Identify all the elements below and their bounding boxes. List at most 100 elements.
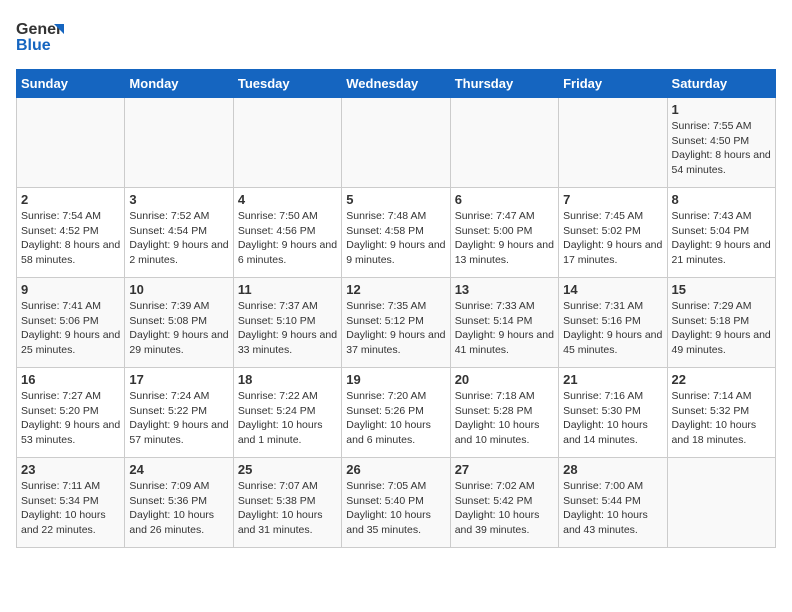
calendar-cell: 25 Sunrise: 7:07 AM Sunset: 5:38 PM Dayli… <box>233 458 341 548</box>
header-day-friday: Friday <box>559 70 667 98</box>
day-info: Sunrise: 7:35 AM Sunset: 5:12 PM Dayligh… <box>346 299 445 358</box>
day-number: 8 <box>672 192 771 207</box>
week-row-1: 2 Sunrise: 7:54 AM Sunset: 4:52 PM Daylig… <box>17 188 776 278</box>
logo: General Blue <box>16 16 64 61</box>
day-info: Sunrise: 7:41 AM Sunset: 5:06 PM Dayligh… <box>21 299 120 358</box>
day-number: 20 <box>455 372 554 387</box>
day-info: Sunrise: 7:50 AM Sunset: 4:56 PM Dayligh… <box>238 209 337 268</box>
calendar-cell: 22 Sunrise: 7:14 AM Sunset: 5:32 PM Dayli… <box>667 368 775 458</box>
day-number: 3 <box>129 192 228 207</box>
header-day-tuesday: Tuesday <box>233 70 341 98</box>
calendar-cell <box>450 98 558 188</box>
svg-text:Blue: Blue <box>16 37 51 54</box>
day-number: 25 <box>238 462 337 477</box>
calendar-cell: 26Sunrise: 7:05 AM Sunset: 5:40 PM Dayli… <box>342 458 450 548</box>
day-info: Sunrise: 7:05 AM Sunset: 5:40 PM Dayligh… <box>346 479 445 538</box>
day-info: Sunrise: 7:52 AM Sunset: 4:54 PM Dayligh… <box>129 209 228 268</box>
header-row: SundayMondayTuesdayWednesdayThursdayFrid… <box>17 70 776 98</box>
day-number: 24 <box>129 462 228 477</box>
week-row-4: 23 Sunrise: 7:11 AM Sunset: 5:34 PM Dayli… <box>17 458 776 548</box>
logo-icon: General Blue <box>16 16 64 61</box>
day-info: Sunrise: 7:39 AM Sunset: 5:08 PM Dayligh… <box>129 299 228 358</box>
calendar-cell: 27 Sunrise: 7:02 AM Sunset: 5:42 PM Dayli… <box>450 458 558 548</box>
calendar-cell: 28 Sunrise: 7:00 AM Sunset: 5:44 PM Dayli… <box>559 458 667 548</box>
day-info: Sunrise: 7:43 AM Sunset: 5:04 PM Dayligh… <box>672 209 771 268</box>
day-number: 13 <box>455 282 554 297</box>
day-info: Sunrise: 7:47 AM Sunset: 5:00 PM Dayligh… <box>455 209 554 268</box>
day-info: Sunrise: 7:37 AM Sunset: 5:10 PM Dayligh… <box>238 299 337 358</box>
calendar-cell: 23 Sunrise: 7:11 AM Sunset: 5:34 PM Dayli… <box>17 458 125 548</box>
calendar-cell: 21 Sunrise: 7:16 AM Sunset: 5:30 PM Dayli… <box>559 368 667 458</box>
day-info: Sunrise: 7:16 AM Sunset: 5:30 PM Dayligh… <box>563 389 662 448</box>
calendar-cell: 2 Sunrise: 7:54 AM Sunset: 4:52 PM Daylig… <box>17 188 125 278</box>
day-number: 19 <box>346 372 445 387</box>
day-info: Sunrise: 7:24 AM Sunset: 5:22 PM Dayligh… <box>129 389 228 448</box>
day-number: 4 <box>238 192 337 207</box>
day-info: Sunrise: 7:22 AM Sunset: 5:24 PM Dayligh… <box>238 389 337 448</box>
header-day-sunday: Sunday <box>17 70 125 98</box>
header-day-wednesday: Wednesday <box>342 70 450 98</box>
week-row-2: 9Sunrise: 7:41 AM Sunset: 5:06 PM Daylig… <box>17 278 776 368</box>
day-number: 23 <box>21 462 120 477</box>
day-info: Sunrise: 7:00 AM Sunset: 5:44 PM Dayligh… <box>563 479 662 538</box>
day-number: 12 <box>346 282 445 297</box>
calendar-cell: 16 Sunrise: 7:27 AM Sunset: 5:20 PM Dayli… <box>17 368 125 458</box>
calendar-cell: 24 Sunrise: 7:09 AM Sunset: 5:36 PM Dayli… <box>125 458 233 548</box>
calendar-table: SundayMondayTuesdayWednesdayThursdayFrid… <box>16 69 776 548</box>
day-info: Sunrise: 7:54 AM Sunset: 4:52 PM Dayligh… <box>21 209 120 268</box>
day-number: 10 <box>129 282 228 297</box>
day-info: Sunrise: 7:33 AM Sunset: 5:14 PM Dayligh… <box>455 299 554 358</box>
day-number: 15 <box>672 282 771 297</box>
calendar-cell: 9Sunrise: 7:41 AM Sunset: 5:06 PM Daylig… <box>17 278 125 368</box>
calendar-cell: 8 Sunrise: 7:43 AM Sunset: 5:04 PM Daylig… <box>667 188 775 278</box>
week-row-0: 1 Sunrise: 7:55 AM Sunset: 4:50 PM Daylig… <box>17 98 776 188</box>
calendar-cell: 6 Sunrise: 7:47 AM Sunset: 5:00 PM Daylig… <box>450 188 558 278</box>
day-info: Sunrise: 7:48 AM Sunset: 4:58 PM Dayligh… <box>346 209 445 268</box>
day-info: Sunrise: 7:18 AM Sunset: 5:28 PM Dayligh… <box>455 389 554 448</box>
day-number: 21 <box>563 372 662 387</box>
day-number: 22 <box>672 372 771 387</box>
day-number: 18 <box>238 372 337 387</box>
day-info: Sunrise: 7:02 AM Sunset: 5:42 PM Dayligh… <box>455 479 554 538</box>
calendar-cell <box>342 98 450 188</box>
svg-text:General: General <box>16 21 64 38</box>
calendar-cell: 13 Sunrise: 7:33 AM Sunset: 5:14 PM Dayli… <box>450 278 558 368</box>
calendar-cell <box>233 98 341 188</box>
header-day-monday: Monday <box>125 70 233 98</box>
calendar-cell: 5 Sunrise: 7:48 AM Sunset: 4:58 PM Daylig… <box>342 188 450 278</box>
day-info: Sunrise: 7:11 AM Sunset: 5:34 PM Dayligh… <box>21 479 120 538</box>
day-number: 1 <box>672 102 771 117</box>
day-info: Sunrise: 7:09 AM Sunset: 5:36 PM Dayligh… <box>129 479 228 538</box>
day-number: 28 <box>563 462 662 477</box>
day-info: Sunrise: 7:27 AM Sunset: 5:20 PM Dayligh… <box>21 389 120 448</box>
day-info: Sunrise: 7:20 AM Sunset: 5:26 PM Dayligh… <box>346 389 445 448</box>
day-number: 27 <box>455 462 554 477</box>
header-day-thursday: Thursday <box>450 70 558 98</box>
calendar-cell: 19 Sunrise: 7:20 AM Sunset: 5:26 PM Dayli… <box>342 368 450 458</box>
calendar-cell: 14 Sunrise: 7:31 AM Sunset: 5:16 PM Dayli… <box>559 278 667 368</box>
day-info: Sunrise: 7:14 AM Sunset: 5:32 PM Dayligh… <box>672 389 771 448</box>
day-info: Sunrise: 7:55 AM Sunset: 4:50 PM Dayligh… <box>672 119 771 178</box>
day-number: 2 <box>21 192 120 207</box>
calendar-cell <box>125 98 233 188</box>
calendar-cell: 7Sunrise: 7:45 AM Sunset: 5:02 PM Daylig… <box>559 188 667 278</box>
day-number: 5 <box>346 192 445 207</box>
calendar-cell: 4 Sunrise: 7:50 AM Sunset: 4:56 PM Daylig… <box>233 188 341 278</box>
week-row-3: 16 Sunrise: 7:27 AM Sunset: 5:20 PM Dayli… <box>17 368 776 458</box>
day-number: 6 <box>455 192 554 207</box>
calendar-cell: 1 Sunrise: 7:55 AM Sunset: 4:50 PM Daylig… <box>667 98 775 188</box>
calendar-cell <box>17 98 125 188</box>
day-info: Sunrise: 7:07 AM Sunset: 5:38 PM Dayligh… <box>238 479 337 538</box>
day-number: 7 <box>563 192 662 207</box>
day-number: 14 <box>563 282 662 297</box>
day-info: Sunrise: 7:31 AM Sunset: 5:16 PM Dayligh… <box>563 299 662 358</box>
calendar-cell <box>667 458 775 548</box>
header-day-saturday: Saturday <box>667 70 775 98</box>
calendar-cell: 18 Sunrise: 7:22 AM Sunset: 5:24 PM Dayli… <box>233 368 341 458</box>
day-number: 17 <box>129 372 228 387</box>
calendar-cell: 17 Sunrise: 7:24 AM Sunset: 5:22 PM Dayli… <box>125 368 233 458</box>
day-number: 11 <box>238 282 337 297</box>
day-info: Sunrise: 7:29 AM Sunset: 5:18 PM Dayligh… <box>672 299 771 358</box>
calendar-cell <box>559 98 667 188</box>
day-number: 16 <box>21 372 120 387</box>
